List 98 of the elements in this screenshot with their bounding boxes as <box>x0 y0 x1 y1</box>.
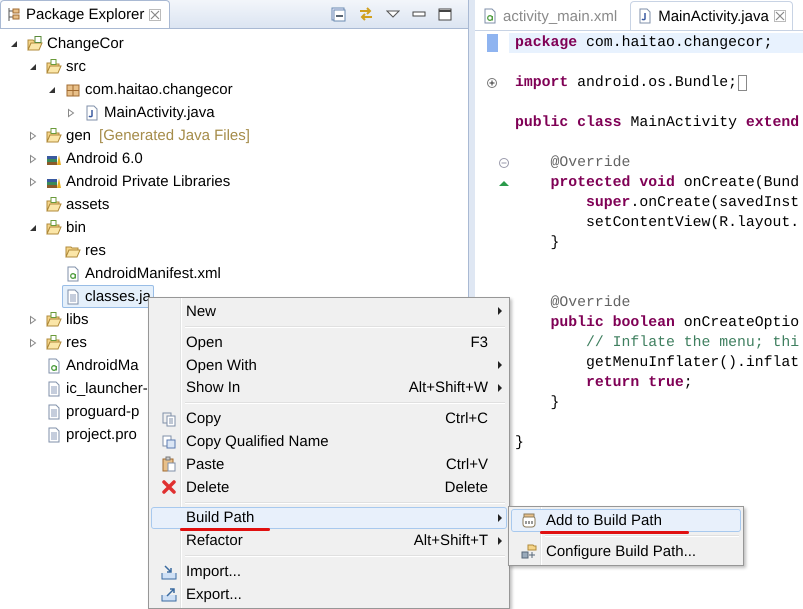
expand-fold-icon[interactable] <box>487 78 497 88</box>
text-file-icon <box>46 404 62 420</box>
menu-item[interactable]: Open F3 <box>151 330 507 354</box>
tree-item[interactable]: libs <box>43 308 92 331</box>
text-file-icon <box>46 426 62 442</box>
code-line: @Override <box>550 154 632 173</box>
code-line: super.onCreate(savedInst <box>585 194 800 213</box>
code-line: protected void onCreate(Bund <box>550 174 800 193</box>
source-folder-icon <box>46 220 62 236</box>
tree-item[interactable]: res <box>43 331 90 354</box>
collapsed-arrow-icon[interactable] <box>27 336 39 348</box>
shortcut-label: Ctrl+C <box>445 410 488 428</box>
menu-item[interactable]: Open With <box>151 354 507 376</box>
code-line: import android.os.Bundle; <box>509 73 803 93</box>
xml-file-icon <box>65 266 81 282</box>
xml-file-icon <box>482 8 498 24</box>
collapsed-arrow-icon[interactable] <box>27 130 39 142</box>
build-path-icon <box>521 544 537 560</box>
menu-item[interactable]: Copy Ctrl+C <box>151 407 507 430</box>
copy-icon <box>161 434 177 450</box>
tree-item[interactable]: assets <box>43 193 112 216</box>
tree-item[interactable]: Android 6.0 <box>43 147 146 170</box>
text-file-icon <box>65 288 81 304</box>
tree-item[interactable]: project.pro <box>43 423 140 446</box>
menu-item[interactable]: Show In Alt+Shift+W <box>151 376 507 400</box>
view-menu-icon[interactable] <box>386 9 400 19</box>
tree-item[interactable]: classes.ja <box>62 285 154 308</box>
close-icon[interactable] <box>149 8 162 20</box>
menu-item[interactable]: Export... <box>151 583 507 606</box>
import-icon <box>161 564 177 580</box>
code-line: } <box>550 234 560 253</box>
editor-tab[interactable]: MainActivity.java <box>630 1 793 30</box>
collapsed-arrow-icon[interactable] <box>65 106 77 118</box>
tree-item[interactable]: bin <box>43 216 90 239</box>
xml-file-icon <box>46 358 62 374</box>
source-folder-icon <box>46 312 62 328</box>
tree-item[interactable]: proguard-p <box>43 400 142 423</box>
menu-item[interactable]: Add to Build Path <box>511 509 741 532</box>
menu-item[interactable]: Refactor Alt+Shift+T <box>151 529 507 552</box>
source-folder-icon <box>46 58 62 74</box>
tree-item[interactable]: AndroidManifest.xml <box>62 262 224 285</box>
overview-marker-icon <box>486 34 498 52</box>
collapse-fold-icon[interactable] <box>499 158 509 168</box>
collapsed-arrow-icon[interactable] <box>27 314 39 326</box>
export-icon <box>161 586 177 602</box>
shortcut-label: Delete <box>444 478 488 496</box>
menu-item[interactable]: Copy Qualified Name <box>151 430 507 453</box>
menu-item[interactable]: New <box>151 300 507 323</box>
tree-item[interactable]: com.haitao.changecor <box>62 78 236 101</box>
tree-item[interactable]: Android Private Libraries <box>43 170 234 193</box>
java-file-icon <box>637 8 654 24</box>
copy-icon <box>161 410 177 427</box>
jar-icon <box>521 512 537 528</box>
shortcut-label: F3 <box>470 334 488 351</box>
shortcut-label: Alt+Shift+W <box>408 379 488 396</box>
collapsed-arrow-icon[interactable] <box>27 152 39 164</box>
code-line: @Override <box>550 294 632 313</box>
generated-files-label: [Generated Java Files] <box>99 127 250 144</box>
package-explorer-tab[interactable]: Package Explorer <box>0 0 170 28</box>
shortcut-label: Alt+Shift+T <box>414 532 488 550</box>
tree-item[interactable]: ChangeCor <box>24 32 127 55</box>
code-line: public class MainActivity extend <box>514 114 800 133</box>
tree-item[interactable]: MainActivity.java <box>81 101 218 124</box>
text-file-icon <box>46 380 62 396</box>
maximize-icon[interactable] <box>438 8 452 20</box>
tree-item[interactable]: ic_launcher- <box>43 377 151 400</box>
code-line: } <box>550 394 560 413</box>
code-line: setContentView(R.layout. <box>585 214 800 233</box>
collapsed-arrow-icon[interactable] <box>27 176 39 188</box>
close-icon[interactable] <box>774 10 786 22</box>
code-line: return true; <box>585 374 694 393</box>
menu-item[interactable]: Delete Delete <box>151 476 507 499</box>
java-file-icon <box>84 104 100 120</box>
source-folder-icon <box>46 196 62 212</box>
tree-item[interactable]: res <box>62 239 109 262</box>
paste-icon <box>161 456 177 472</box>
link-arrows-icon[interactable] <box>358 6 374 22</box>
package-explorer-icon <box>7 7 21 22</box>
tree-item[interactable]: AndroidMa <box>43 354 142 377</box>
code-line: getMenuInflater().inflat <box>585 354 800 373</box>
package-icon <box>65 82 81 98</box>
collapse-all-icon[interactable] <box>331 6 346 22</box>
project-folder-icon <box>27 36 43 52</box>
tree-item[interactable]: src <box>43 55 89 78</box>
source-folder-icon <box>46 334 62 350</box>
menu-item[interactable]: Paste Ctrl+V <box>151 452 507 476</box>
source-folder-icon <box>46 128 62 144</box>
delete-icon <box>161 479 177 496</box>
shortcut-label: Ctrl+V <box>446 456 488 473</box>
override-marker-icon[interactable] <box>499 180 509 186</box>
menu-item[interactable]: Build Path <box>151 506 507 530</box>
folded-code-marker[interactable] <box>738 75 747 91</box>
menu-item[interactable]: Import... <box>151 560 507 584</box>
menu-item[interactable]: Configure Build Path... <box>511 540 741 563</box>
code-line: public boolean onCreateOptio <box>550 314 800 333</box>
tree-item[interactable]: gen <box>43 124 94 147</box>
code-line: // Inflate the menu; thi <box>585 334 800 353</box>
code-line: } <box>514 434 525 453</box>
